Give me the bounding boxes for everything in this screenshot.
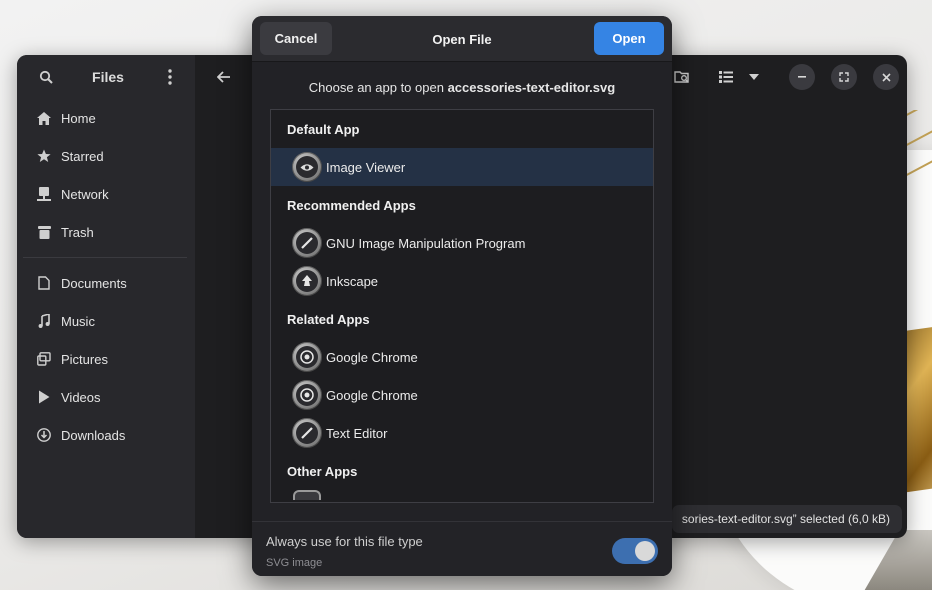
- sidebar-divider: [23, 257, 187, 258]
- sidebar-item-label: Trash: [61, 224, 94, 240]
- app-name: GNU Image Manipulation Program: [326, 235, 526, 251]
- section-other-apps: Other Apps: [287, 463, 358, 479]
- sidebar-item-label: Documents: [61, 275, 127, 291]
- section-related-apps: Related Apps: [287, 311, 370, 327]
- subtitle-prefix: Choose an app to open: [308, 80, 448, 95]
- sidebar-item-label: Home: [61, 110, 96, 126]
- document-icon: [37, 276, 51, 290]
- app-row-text-editor[interactable]: Text Editor: [271, 414, 653, 452]
- sidebar-item-label: Network: [61, 186, 109, 202]
- dialog-footer: Always use for this file type SVG image: [252, 521, 672, 576]
- chevron-down-icon[interactable]: [745, 64, 763, 90]
- subtitle-filename: accessories-text-editor.svg: [447, 80, 616, 95]
- list-view-icon[interactable]: [713, 64, 739, 90]
- sidebar-item-trash[interactable]: Trash: [17, 213, 195, 251]
- sidebar-item-home[interactable]: Home: [17, 99, 195, 137]
- section-recommended-apps: Recommended Apps: [287, 197, 416, 213]
- menu-kebab-icon[interactable]: [157, 64, 183, 90]
- partial-app-icon: [293, 490, 321, 500]
- pencil-icon: [292, 418, 322, 448]
- app-row-inkscape[interactable]: Inkscape: [271, 262, 653, 300]
- dialog-header: Cancel Open File Open: [252, 16, 672, 62]
- sidebar-title: Files: [92, 69, 124, 85]
- sidebar-item-documents[interactable]: Documents: [17, 264, 195, 302]
- sidebar-item-label: Videos: [61, 389, 101, 405]
- sidebar-item-downloads[interactable]: Downloads: [17, 416, 195, 454]
- sidebar-item-label: Downloads: [61, 427, 126, 443]
- network-icon: [37, 187, 51, 201]
- app-name: Text Editor: [326, 425, 388, 441]
- close-icon[interactable]: [873, 64, 899, 90]
- always-use-label: Always use for this file type: [266, 534, 423, 549]
- brush-icon: [292, 228, 322, 258]
- section-default-app: Default App: [287, 121, 360, 137]
- selection-status: sories-text-editor.svg” selected (6,0 kB…: [671, 505, 902, 533]
- trash-icon: [37, 225, 51, 239]
- chrome-icon: [292, 342, 322, 372]
- dialog-subtitle: Choose an app to open accessories-text-e…: [252, 80, 672, 98]
- search-icon[interactable]: [33, 64, 59, 90]
- cancel-button[interactable]: Cancel: [260, 22, 332, 55]
- sidebar-item-label: Starred: [61, 148, 104, 164]
- sidebar-item-starred[interactable]: Starred: [17, 137, 195, 175]
- open-file-dialog: Cancel Open File Open Choose an app to o…: [252, 16, 672, 576]
- app-name: Image Viewer: [326, 159, 406, 175]
- header-controls: [669, 64, 899, 90]
- music-icon: [37, 314, 51, 328]
- sidebar-item-music[interactable]: Music: [17, 302, 195, 340]
- app-row-google-chrome-2[interactable]: Google Chrome: [271, 376, 653, 414]
- back-arrow-icon[interactable]: [211, 64, 237, 90]
- sidebar-item-videos[interactable]: Videos: [17, 378, 195, 416]
- file-type-label: SVG image: [266, 557, 323, 569]
- files-sidebar: Files Home Starred Network Trash Documen…: [17, 55, 195, 538]
- app-name: Google Chrome: [326, 349, 418, 365]
- always-use-toggle[interactable]: [612, 538, 658, 564]
- open-button[interactable]: Open: [594, 22, 664, 55]
- sidebar-item-label: Pictures: [61, 351, 108, 367]
- sidebar-item-network[interactable]: Network: [17, 175, 195, 213]
- app-name: Google Chrome: [326, 387, 418, 403]
- sidebar-header: Files: [17, 55, 195, 99]
- videos-icon: [37, 390, 51, 404]
- app-row-gimp[interactable]: GNU Image Manipulation Program: [271, 224, 653, 262]
- sidebar-item-pictures[interactable]: Pictures: [17, 340, 195, 378]
- inkscape-icon: [292, 266, 322, 296]
- maximize-icon[interactable]: [831, 64, 857, 90]
- chrome-icon: [292, 380, 322, 410]
- folder-search-icon[interactable]: [669, 64, 695, 90]
- home-icon: [37, 111, 51, 125]
- app-row-image-viewer[interactable]: Image Viewer: [271, 148, 653, 186]
- app-row-google-chrome[interactable]: Google Chrome: [271, 338, 653, 376]
- star-icon: [37, 149, 51, 163]
- app-chooser-list[interactable]: Default App Image Viewer Recommended App…: [270, 109, 654, 503]
- toggle-knob: [635, 541, 655, 561]
- eye-icon: [292, 152, 322, 182]
- sidebar-item-label: Music: [61, 313, 95, 329]
- download-icon: [37, 428, 51, 442]
- minimize-icon[interactable]: [789, 64, 815, 90]
- app-name: Inkscape: [326, 273, 379, 289]
- pictures-icon: [37, 352, 51, 366]
